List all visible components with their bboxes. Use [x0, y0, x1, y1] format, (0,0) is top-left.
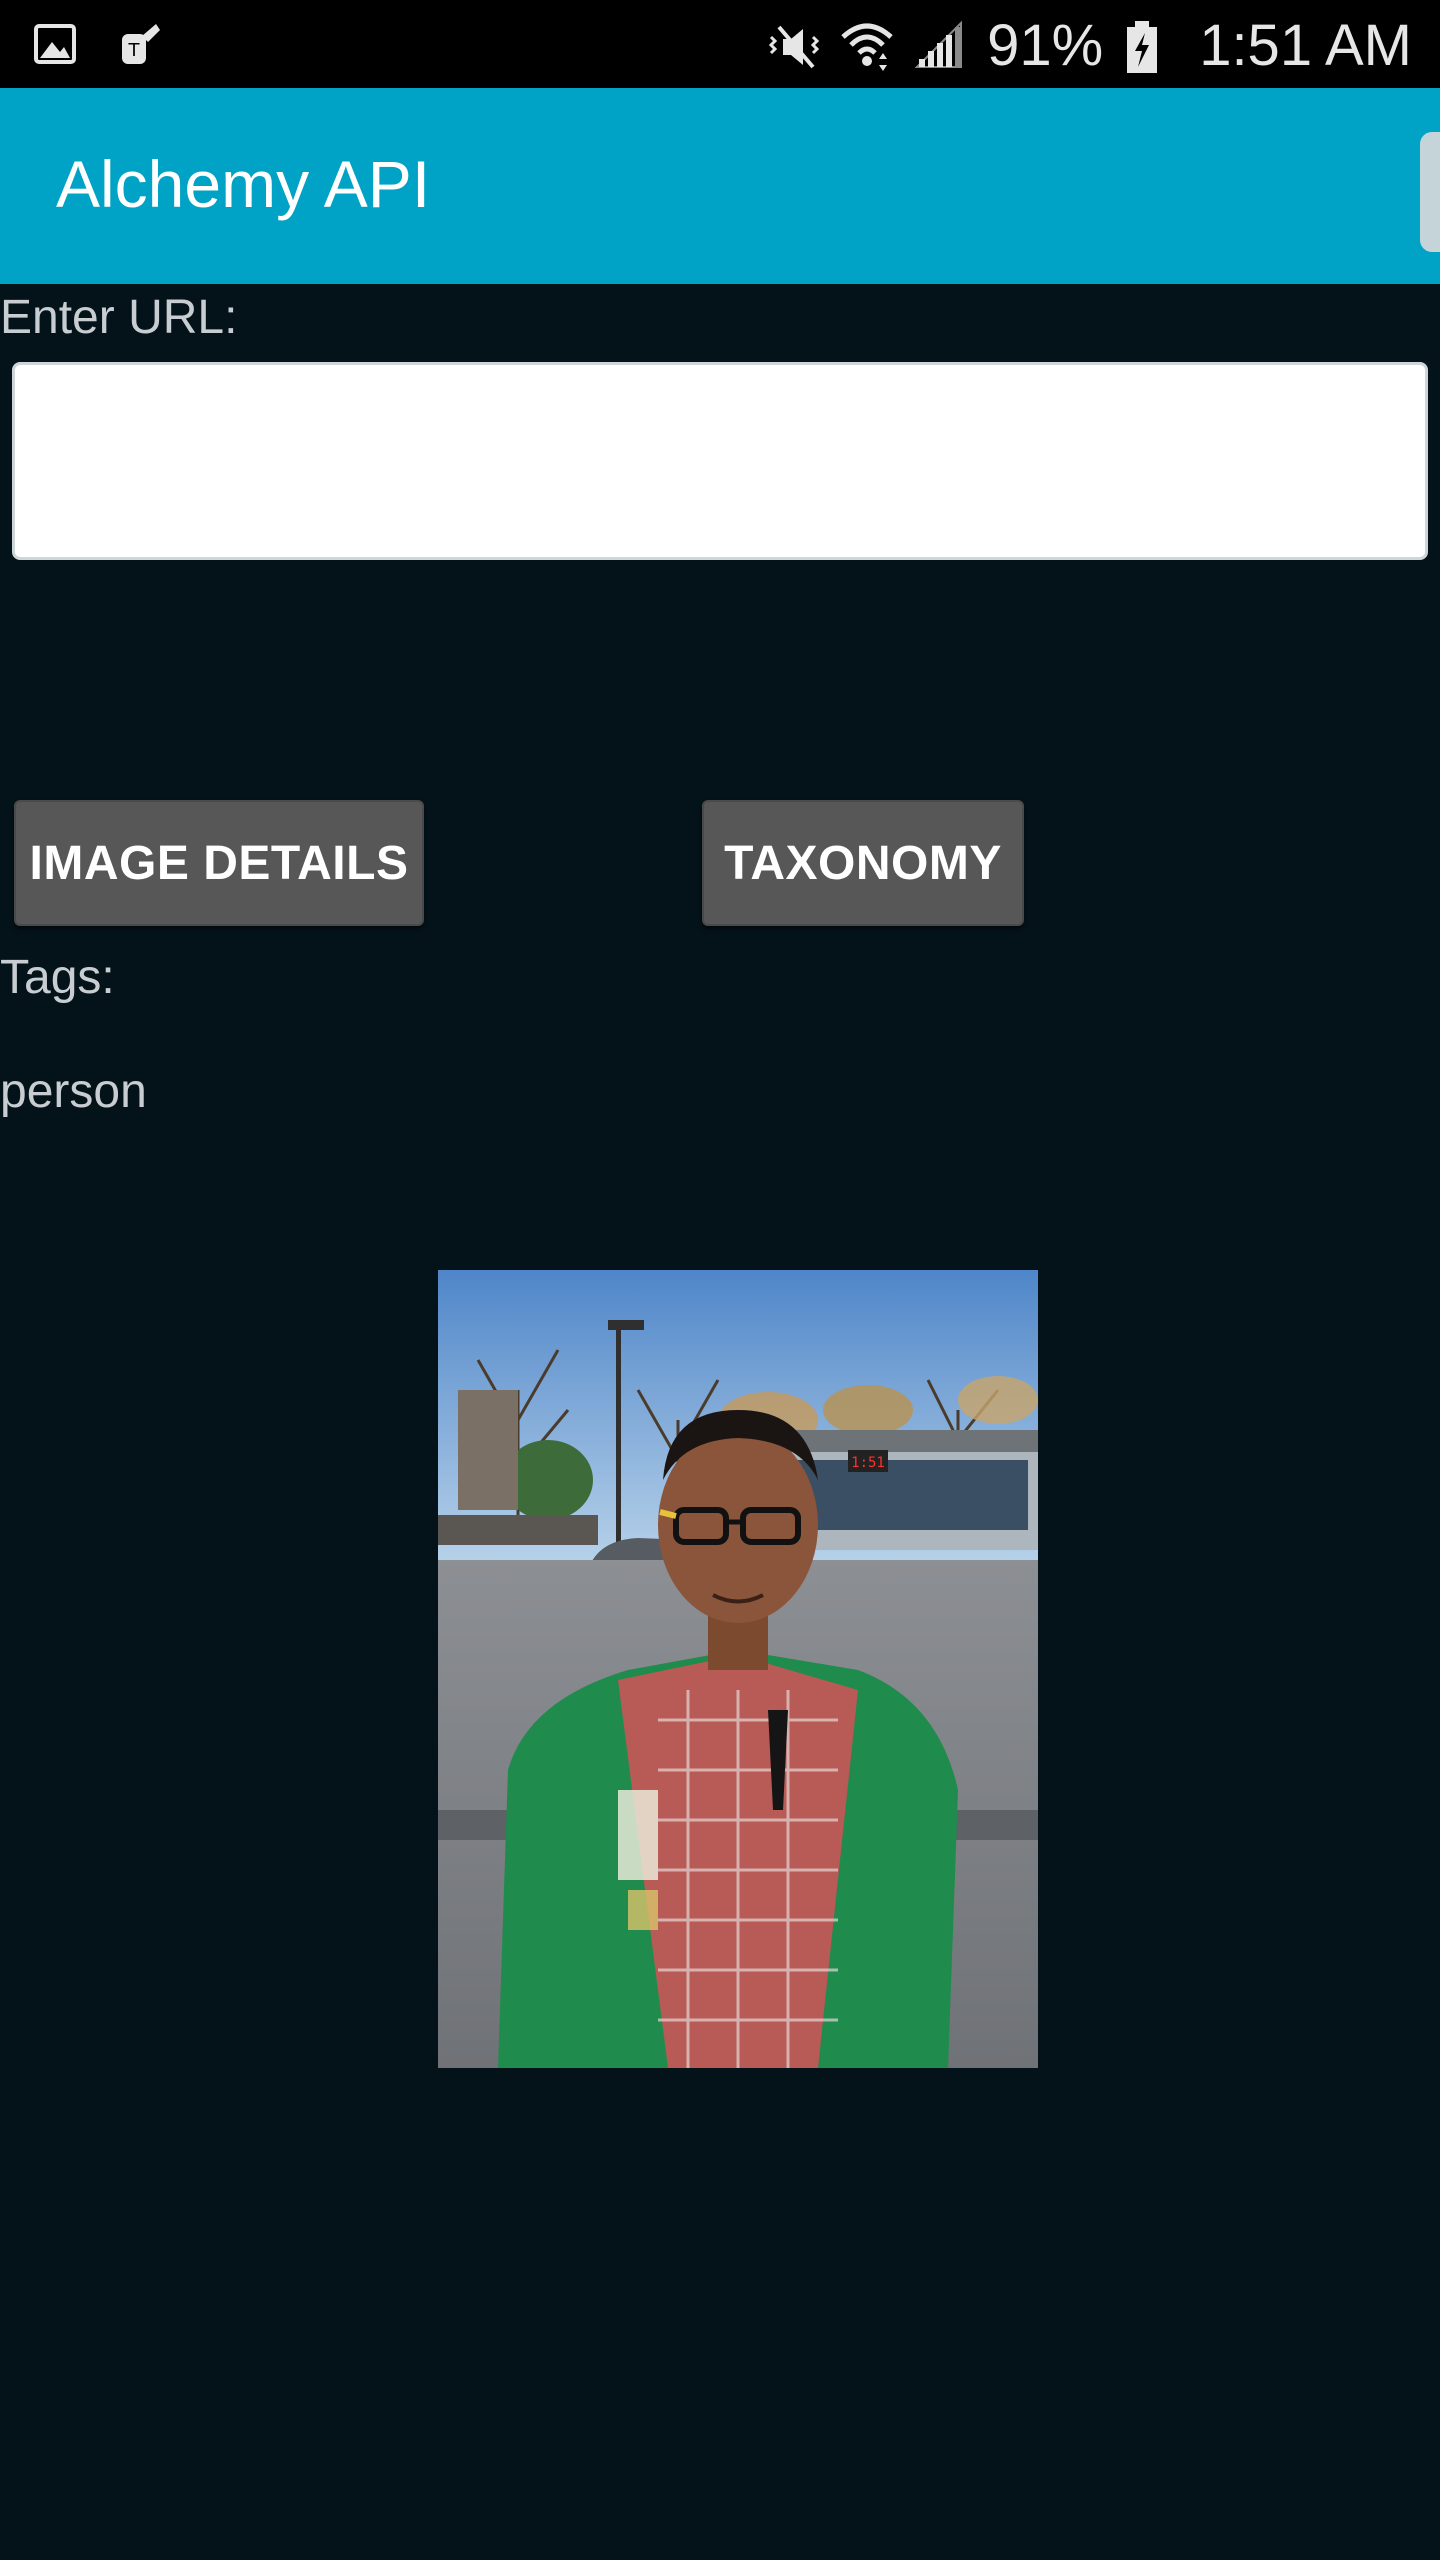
- gallery-icon: [30, 18, 82, 70]
- app-bar: Alchemy API: [0, 88, 1440, 284]
- result-photo: 1:51: [438, 1270, 1038, 2068]
- svg-text:T: T: [128, 40, 141, 61]
- status-bar: T 91% 1:51 AM: [0, 0, 1440, 88]
- url-label: Enter URL:: [0, 291, 238, 344]
- status-bar-right: 91% 1:51 AM: [765, 10, 1412, 80]
- vibrate-mute-icon: [765, 19, 820, 71]
- side-panel-handle[interactable]: [1420, 132, 1440, 252]
- clock: 1:51 AM: [1199, 12, 1412, 78]
- taxonomy-button[interactable]: TAXONOMY: [702, 800, 1024, 926]
- svg-text:1:51: 1:51: [851, 1455, 885, 1471]
- tmobile-icon: T: [112, 18, 164, 70]
- tags-label: Tags:: [0, 951, 115, 1004]
- battery-charging-icon: [1125, 19, 1177, 73]
- image-details-button[interactable]: IMAGE DETAILS: [14, 800, 424, 926]
- wifi-icon: [839, 19, 893, 71]
- app-title: Alchemy API: [56, 147, 431, 221]
- cell-signal-icon: [913, 19, 965, 71]
- url-input[interactable]: [12, 362, 1428, 560]
- status-bar-left: T: [30, 18, 164, 70]
- tag-value: person: [0, 1065, 147, 1118]
- battery-percent: 91%: [987, 12, 1104, 78]
